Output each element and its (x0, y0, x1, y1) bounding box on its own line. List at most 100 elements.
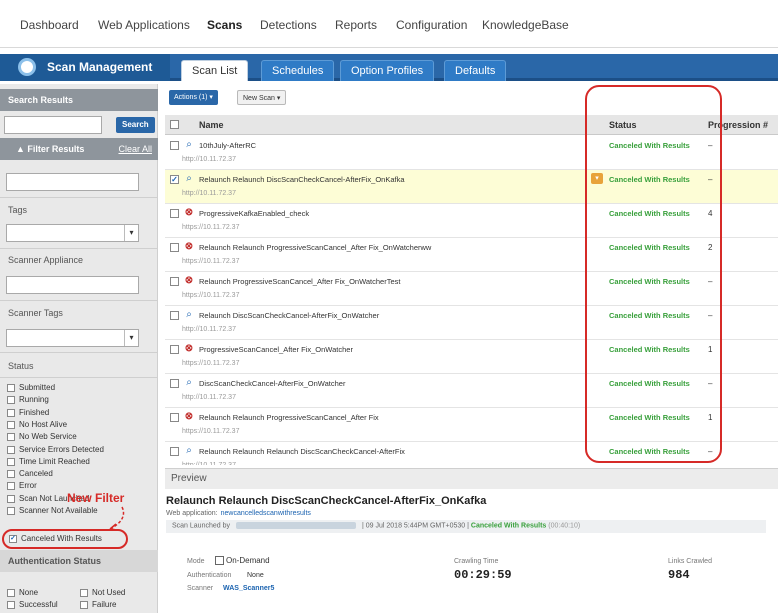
status-column-highlight (585, 85, 722, 463)
search-button[interactable]: Search (116, 117, 155, 133)
actions-dropdown-button[interactable]: Actions (1) ▾ (169, 90, 218, 105)
tab-scan-list[interactable]: Scan List (181, 60, 249, 81)
links-crawled-label: Links Crawled (668, 558, 712, 565)
status-option-canceled[interactable]: Canceled (7, 469, 53, 478)
checkbox[interactable] (7, 445, 15, 454)
search-results-header: Search Results (0, 89, 158, 111)
scanner-value[interactable]: WAS_Scanner5 (223, 585, 274, 592)
scanner-label: Scanner (187, 585, 214, 592)
scan-management-logo-icon (18, 58, 36, 76)
scan-icon: ⌕ (186, 445, 192, 456)
redacted-user (236, 522, 356, 529)
status-option-time-limit[interactable]: Time Limit Reached (7, 457, 90, 466)
nav-web-applications[interactable]: Web Applications (98, 18, 190, 32)
status-option-error[interactable]: Error (7, 481, 37, 490)
status-option-no-host-alive[interactable]: No Host Alive (7, 420, 67, 429)
checkbox[interactable] (80, 588, 88, 597)
scan-name[interactable]: Relaunch Relaunch ProgressiveScanCancel_… (199, 413, 379, 422)
status-option-service-errors[interactable]: Service Errors Detected (7, 445, 104, 454)
scan-name[interactable]: Relaunch Relaunch DiscScanCheckCancel-Af… (199, 175, 405, 184)
scan-target-url: http://10.11.72.37 (182, 190, 236, 197)
checkbox[interactable] (7, 481, 15, 490)
scan-target-url: https://10.11.72.37 (182, 360, 240, 367)
row-checkbox[interactable] (170, 141, 179, 150)
auth-option-failure[interactable]: Failure (80, 600, 116, 609)
search-input[interactable] (4, 116, 102, 134)
scan-target-url: https://10.11.72.37 (182, 292, 240, 299)
tags-label: Tags (8, 205, 28, 215)
checkbox[interactable] (7, 494, 15, 503)
row-checkbox[interactable] (170, 311, 179, 320)
filter-keyword-input[interactable] (6, 173, 139, 191)
scan-name[interactable]: Relaunch Relaunch Relaunch DiscScanCheck… (199, 447, 405, 456)
scan-target-url: https://10.11.72.37 (182, 428, 240, 435)
status-option-running[interactable]: Running (7, 395, 49, 404)
tab-defaults[interactable]: Defaults (444, 60, 507, 81)
scan-name[interactable]: ProgressiveScanCancel_After Fix_OnWatche… (199, 345, 353, 354)
new-scan-dropdown-button[interactable]: New Scan ▾ (237, 90, 287, 105)
checkbox[interactable] (7, 457, 15, 466)
scan-name[interactable]: Relaunch DiscScanCheckCancel-AfterFix_On… (199, 311, 379, 320)
divider (0, 197, 158, 198)
scan-target-url: https://10.11.72.37 (182, 258, 240, 265)
status-option-no-web-service[interactable]: No Web Service (7, 432, 77, 441)
scan-name[interactable]: ProgressiveKafkaEnabled_check (199, 209, 309, 218)
row-checkbox[interactable] (170, 413, 179, 422)
auth-option-none[interactable]: None (7, 588, 38, 597)
auth-option-successful[interactable]: Successful (7, 600, 58, 609)
new-filter-annotation: New Filter (67, 491, 125, 505)
status-option-submitted[interactable]: Submitted (7, 383, 55, 392)
nav-knowledgebase[interactable]: KnowledgeBase (482, 18, 569, 32)
nav-reports[interactable]: Reports (335, 18, 377, 32)
row-checkbox[interactable] (170, 345, 179, 354)
preview-launch-info: Scan Launched by | 09 Jul 2018 5:44PM GMT… (166, 520, 766, 533)
scan-name[interactable]: Relaunch Relaunch ProgressiveScanCancel_… (199, 243, 431, 252)
progressive-scan-icon: ⊗ (184, 241, 194, 252)
tags-select[interactable]: ▾ (6, 224, 139, 242)
nav-configuration[interactable]: Configuration (396, 18, 467, 32)
checkbox[interactable] (7, 432, 15, 441)
scanner-tags-select[interactable]: ▾ (6, 329, 139, 347)
checkbox[interactable] (7, 506, 15, 515)
preview-web-application: Web application: newcancelledscanwithresu… (166, 510, 311, 517)
tab-option-profiles[interactable]: Option Profiles (340, 60, 435, 81)
checkbox[interactable] (7, 383, 15, 392)
row-checkbox[interactable] (170, 379, 179, 388)
chevron-down-icon: ▾ (124, 330, 138, 346)
nav-dashboard[interactable]: Dashboard (20, 18, 79, 32)
web-application-link[interactable]: newcancelledscanwithresults (221, 510, 311, 517)
scan-name[interactable]: Relaunch ProgressiveScanCancel_After Fix… (199, 277, 400, 286)
collapse-arrow-icon[interactable]: ▲ (16, 144, 27, 154)
checkbox[interactable] (7, 420, 15, 429)
preview-status: Canceled With Results (470, 522, 547, 530)
divider (0, 352, 158, 353)
scanner-appliance-input[interactable] (6, 276, 139, 294)
auth-option-not-used[interactable]: Not Used (80, 588, 125, 597)
select-all-checkbox[interactable] (170, 120, 179, 129)
checkbox[interactable] (7, 469, 15, 478)
tab-schedules[interactable]: Schedules (261, 60, 335, 81)
checkbox[interactable] (80, 600, 88, 609)
row-checkbox[interactable] (170, 243, 179, 252)
checkbox[interactable] (7, 395, 15, 404)
on-demand-icon (215, 556, 224, 566)
status-option-finished[interactable]: Finished (7, 408, 49, 417)
authentication-status-header: Authentication Status (0, 550, 158, 572)
scan-name[interactable]: 10thJuly-AfterRC (199, 141, 256, 150)
row-checkbox[interactable] (170, 447, 179, 456)
checkbox[interactable] (7, 588, 15, 597)
nav-detections[interactable]: Detections (260, 18, 317, 32)
crawling-time-label: Crawling Time (454, 558, 499, 565)
scan-icon: ⌕ (186, 377, 192, 388)
checkbox[interactable] (7, 408, 15, 417)
column-name[interactable]: Name (199, 120, 224, 130)
row-checkbox[interactable] (170, 209, 179, 218)
checkbox[interactable] (7, 600, 15, 609)
row-checkbox-checked[interactable]: ✓ (170, 175, 179, 184)
row-checkbox[interactable] (170, 277, 179, 286)
status-option-scanner-not-available[interactable]: Scanner Not Available (7, 506, 98, 515)
clear-all-link[interactable]: Clear All (118, 144, 152, 154)
scan-name[interactable]: DiscScanCheckCancel-AfterFix_OnWatcher (199, 379, 345, 388)
nav-scans[interactable]: Scans (207, 18, 242, 32)
mode-label: Mode (187, 558, 205, 565)
